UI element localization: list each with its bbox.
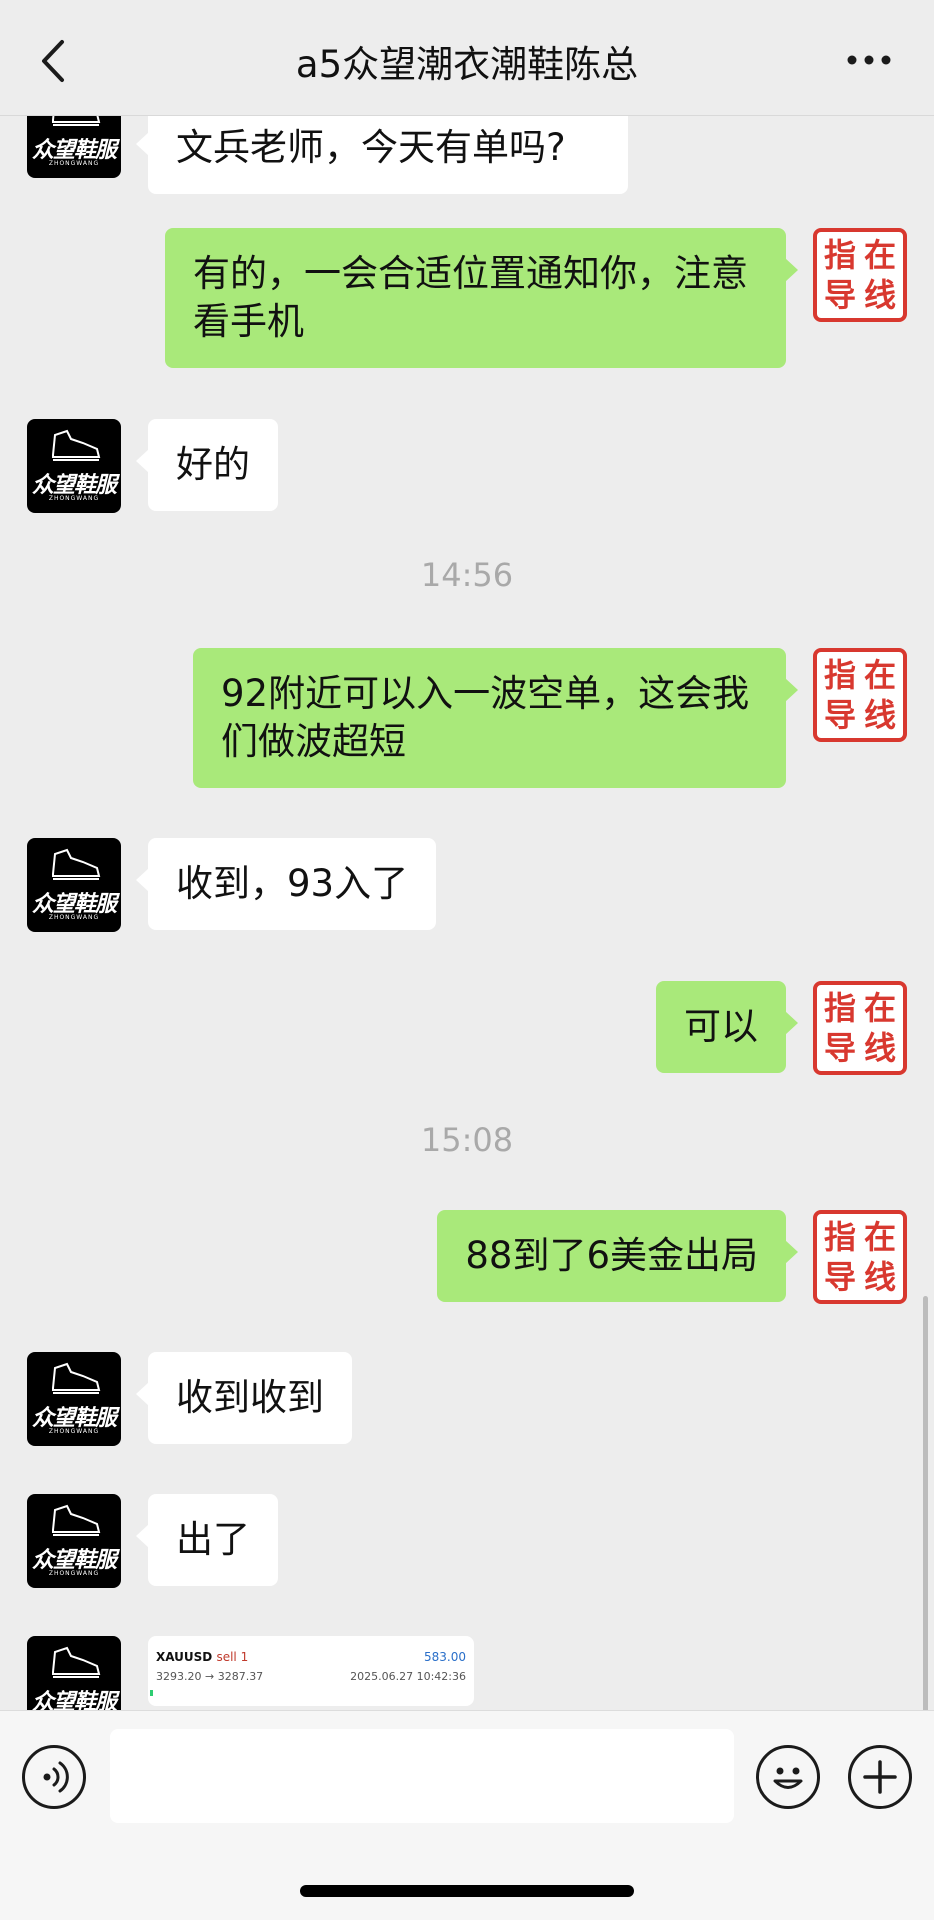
chat-header: a5众望潮衣潮鞋陈总	[0, 0, 934, 116]
sneaker-icon	[52, 1646, 101, 1678]
my-avatar[interactable]: 指在 导线	[813, 981, 907, 1075]
plus-icon[interactable]	[848, 1745, 912, 1809]
sneaker-icon	[52, 848, 101, 880]
message-bubble-outgoing[interactable]: 有的，一会合适位置通知你，注意看手机	[165, 228, 798, 368]
trade-indicator	[150, 1690, 153, 1696]
trade-symbol: XAUUSD	[156, 1650, 213, 1664]
contact-avatar[interactable]: 众望鞋服 ZHONGWANG	[27, 838, 121, 932]
avatar-brand-sub: ZHONGWANG	[48, 495, 100, 502]
trade-datetime: 2025.06.27 10:42:36	[350, 1670, 466, 1683]
message-bubble-incoming[interactable]: 文兵老师，今天有单吗?	[136, 116, 628, 194]
contact-avatar[interactable]: 众望鞋服 ZHONGWANG	[27, 1352, 121, 1446]
my-avatar[interactable]: 指在 导线	[813, 648, 907, 742]
trade-profit: 583.00	[424, 1650, 466, 1664]
scrollbar[interactable]	[923, 1296, 928, 1710]
message-bubble-outgoing[interactable]: 88到了6美金出局	[437, 1210, 798, 1302]
sneaker-icon	[52, 116, 101, 126]
message-bubble-incoming[interactable]: 出了	[136, 1494, 278, 1586]
my-avatar[interactable]: 指在 导线	[813, 228, 907, 322]
timestamp: 15:08	[420, 1121, 514, 1159]
contact-avatar[interactable]: 众望鞋服 ZHONGWANG	[27, 116, 121, 178]
trade-symbol-line: XAUUSD sell 1	[156, 1650, 248, 1664]
message-bubble-outgoing[interactable]: 92附近可以入一波空单，这会我们做波超短	[193, 648, 798, 788]
message-list[interactable]: 众望鞋服 ZHONGWANG 文兵老师，今天有单吗? 指在 导线 有的，一会合适…	[0, 116, 934, 1710]
trade-prices: 3293.20 → 3287.37	[156, 1670, 264, 1683]
message-input[interactable]	[110, 1729, 734, 1823]
avatar-brand-sub: ZHONGWANG	[48, 160, 100, 167]
avatar-brand-sub: ZHONGWANG	[48, 1570, 100, 1577]
seal-logo: 指在 导线	[823, 1218, 896, 1296]
timestamp: 14:56	[420, 556, 514, 594]
message-bubble-outgoing[interactable]: 可以	[656, 981, 798, 1073]
message-bubble-incoming[interactable]: 收到，93入了	[135, 838, 437, 930]
sneaker-icon	[52, 1504, 101, 1536]
seal-logo: 指在 导线	[823, 236, 896, 314]
sneaker-icon	[52, 429, 101, 461]
emoji-icon[interactable]	[756, 1745, 820, 1809]
seal-logo: 指在 导线	[823, 989, 896, 1067]
sneaker-icon	[52, 1362, 101, 1394]
chevron-left-icon[interactable]	[34, 36, 74, 86]
message-bubble-incoming[interactable]: 收到收到	[136, 1352, 352, 1444]
more-dots-icon[interactable]	[844, 50, 894, 70]
contact-avatar[interactable]: 众望鞋服 ZHONGWANG	[27, 1636, 121, 1710]
avatar-brand: 众望鞋服	[31, 1690, 117, 1710]
avatar-brand-sub: ZHONGWANG	[48, 1428, 100, 1435]
trade-direction: sell 1	[216, 1650, 249, 1664]
trade-screenshot-card[interactable]: XAUUSD sell 1 583.00 3293.20 → 3287.37 2…	[148, 1636, 474, 1706]
my-avatar[interactable]: 指在 导线	[813, 1210, 907, 1304]
contact-avatar[interactable]: 众望鞋服 ZHONGWANG	[27, 1494, 121, 1588]
home-indicator[interactable]	[300, 1885, 634, 1897]
voice-icon[interactable]	[22, 1745, 86, 1809]
contact-avatar[interactable]: 众望鞋服 ZHONGWANG	[27, 419, 121, 513]
message-bubble-incoming[interactable]: 好的	[136, 419, 278, 511]
chat-title: a5众望潮衣潮鞋陈总	[295, 43, 639, 86]
avatar-brand-sub: ZHONGWANG	[48, 914, 100, 921]
seal-logo: 指在 导线	[823, 656, 896, 734]
